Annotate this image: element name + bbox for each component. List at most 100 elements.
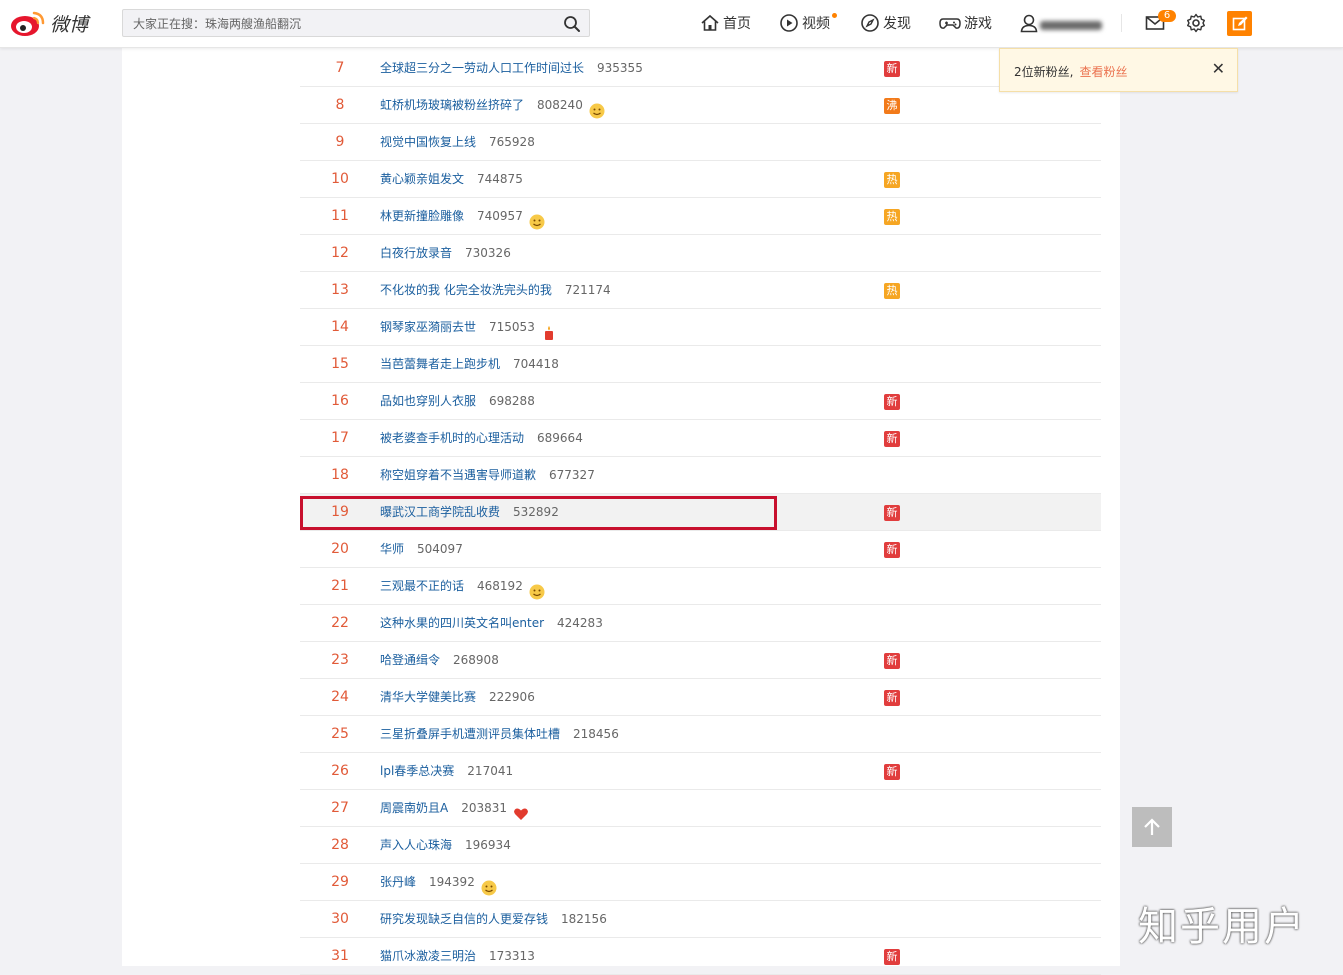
rank-number: 8	[335, 97, 345, 113]
rank-number: 30	[331, 911, 349, 927]
topic-link[interactable]: 这种水果的四川英文名叫enter	[380, 605, 544, 641]
search-count: 935355	[597, 61, 643, 75]
topic-link[interactable]: 虹桥机场玻璃被粉丝挤碎了	[380, 87, 524, 123]
thinking-emoji-icon	[481, 874, 497, 896]
rank-number: 29	[331, 874, 349, 890]
gear-icon	[1187, 13, 1205, 33]
topic-link[interactable]: 品如也穿别人衣服	[380, 383, 476, 419]
rank-number: 11	[331, 208, 349, 224]
nav-game-label: 游戏	[964, 16, 992, 32]
topic-link[interactable]: 三星折叠屏手机遭测评员集体吐槽	[380, 716, 560, 752]
nav-home[interactable]: 首页	[700, 12, 751, 34]
rank-number: 26	[331, 763, 349, 779]
search-count: 808240	[537, 98, 583, 112]
rank-number: 23	[331, 652, 349, 668]
tag-new-badge: 新	[884, 431, 900, 447]
topic-entry: 张丹峰 194392	[380, 864, 497, 900]
topic-link[interactable]: 钢琴家巫漪丽去世	[380, 309, 476, 345]
search-input[interactable]	[131, 14, 555, 34]
topic-link[interactable]: 林更新撞脸雕像	[380, 198, 464, 234]
topic-link[interactable]: 称空姐穿着不当遇害导师道歉	[380, 457, 536, 493]
topic-link[interactable]: 全球超三分之一劳动人口工作时间过长	[380, 50, 584, 86]
search-count: 698288	[489, 394, 535, 408]
topic-link[interactable]: 张丹峰	[380, 864, 416, 900]
message-count-badge: 6	[1158, 10, 1176, 22]
topic-link[interactable]: 哈登通缉令	[380, 642, 440, 678]
tag-hot-badge: 热	[884, 172, 900, 188]
topic-link[interactable]: 三观最不正的话	[380, 568, 464, 604]
compass-icon	[861, 14, 879, 32]
nav-discover[interactable]: 发现	[860, 12, 911, 34]
topic-entry: 哈登通缉令 268908	[380, 642, 499, 678]
rank-number: 10	[331, 171, 349, 187]
hot-search-row: 16 品如也穿别人衣服 698288 新	[300, 383, 1101, 420]
topic-entry: 林更新撞脸雕像 740957	[380, 198, 545, 234]
topic-entry: 这种水果的四川英文名叫enter 424283	[380, 605, 603, 641]
search-box	[122, 9, 590, 37]
hot-search-row: 26 lpl春季总决赛 217041 新	[300, 753, 1101, 790]
topic-link[interactable]: 猫爪冰激凌三明治	[380, 938, 476, 974]
tip-message: 2位新粉丝, 查看粉丝	[1014, 63, 1127, 80]
rank-number: 20	[331, 541, 349, 557]
rank-number: 17	[331, 430, 349, 446]
watermark: 知乎用户	[1138, 904, 1306, 950]
tag-new-badge: 新	[884, 505, 900, 521]
nav-video[interactable]: 视频	[779, 12, 830, 34]
tip-text: 2位新粉丝,	[1014, 65, 1074, 79]
compose-button[interactable]	[1227, 11, 1252, 36]
rank-number: 16	[331, 393, 349, 409]
settings-button[interactable]	[1186, 12, 1209, 34]
tag-new-badge: 新	[884, 542, 900, 558]
search-count: 182156	[561, 912, 607, 926]
rank-number: 18	[331, 467, 349, 483]
tag-boil-badge: 沸	[884, 98, 900, 114]
hot-search-row: 28 声入人心珠海 196934	[300, 827, 1101, 864]
topic-link[interactable]: 清华大学健美比赛	[380, 679, 476, 715]
arrow-up-icon	[1144, 818, 1160, 835]
topic-link[interactable]: 不化妆的我 化完全妆洗完头的我	[380, 272, 552, 308]
tag-new-badge: 新	[884, 653, 900, 669]
topic-link[interactable]: 当芭蕾舞者走上跑步机	[380, 346, 500, 382]
close-icon[interactable]: ✕	[1212, 61, 1225, 77]
tag-hot-badge: 热	[884, 283, 900, 299]
back-to-top-button[interactable]	[1132, 807, 1172, 847]
topic-link[interactable]: 黄心颖亲姐发文	[380, 161, 464, 197]
search-count: 222906	[489, 690, 535, 704]
nav-discover-label: 发现	[883, 16, 911, 32]
user-profile-link[interactable]	[1019, 12, 1042, 34]
topic-link[interactable]: 白夜行放录音	[380, 235, 452, 271]
topic-entry: lpl春季总决赛 217041	[380, 753, 513, 789]
laugh-emoji-icon	[529, 208, 545, 230]
tag-new-badge: 新	[884, 394, 900, 410]
candle-emoji-icon	[541, 319, 557, 340]
rank-number: 27	[331, 800, 349, 816]
search-count: 721174	[564, 283, 611, 297]
view-followers-link[interactable]: 查看粉丝	[1079, 65, 1127, 79]
hot-search-row: 27 周震南奶且A 203831	[300, 790, 1101, 827]
search-count: 689664	[537, 431, 583, 445]
weibo-logo[interactable]: 微博	[10, 7, 88, 39]
topic-entry: 被老婆查手机时的心理活动 689664	[380, 420, 583, 456]
topic-link[interactable]: 视觉中国恢复上线	[380, 124, 476, 160]
topic-link[interactable]: lpl春季总决赛	[380, 753, 454, 789]
topic-entry: 不化妆的我 化完全妆洗完头的我 721174	[380, 272, 611, 308]
home-icon	[701, 14, 719, 31]
topic-entry: 白夜行放录音 730326	[380, 235, 511, 271]
search-count: 424283	[557, 616, 603, 630]
topic-link[interactable]: 研究发现缺乏自信的人更爱存钱	[380, 901, 548, 937]
new-followers-tip: 2位新粉丝, 查看粉丝 ✕	[999, 48, 1238, 92]
hot-search-row: 31 猫爪冰激凌三明治 173313 新	[300, 938, 1101, 975]
video-new-dot	[832, 13, 837, 18]
nav-game[interactable]: 游戏	[939, 12, 992, 34]
rank-number: 9	[335, 134, 345, 150]
topic-link[interactable]: 被老婆查手机时的心理活动	[380, 420, 524, 456]
topic-link[interactable]: 声入人心珠海	[380, 827, 452, 863]
topic-link[interactable]: 周震南奶且A	[380, 790, 448, 826]
search-count: 765928	[489, 135, 535, 149]
topic-entry: 称空姐穿着不当遇害导师道歉 677327	[380, 457, 595, 493]
topic-link[interactable]: 华师	[380, 531, 404, 567]
logo-text: 微博	[50, 13, 89, 36]
hot-search-row: 15 当芭蕾舞者走上跑步机 704418	[300, 346, 1101, 383]
video-icon	[780, 14, 798, 32]
search-icon[interactable]	[563, 15, 581, 33]
